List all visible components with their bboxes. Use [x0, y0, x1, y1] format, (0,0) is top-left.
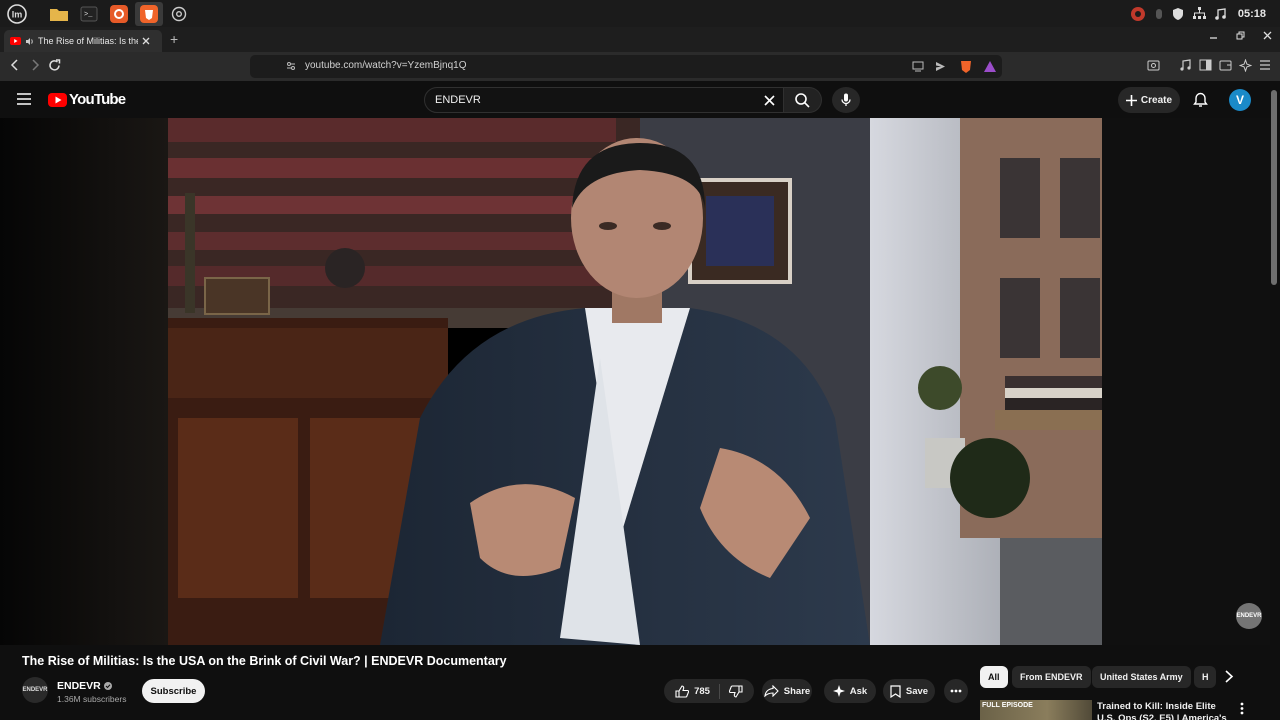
new-tab-button[interactable]: + — [170, 31, 178, 47]
reload-icon[interactable] — [48, 59, 61, 72]
voice-search-button[interactable] — [832, 87, 860, 113]
search-button[interactable] — [784, 87, 822, 113]
svg-text:lm: lm — [12, 9, 23, 19]
ask-label: Ask — [849, 685, 868, 697]
window-controls — [1209, 31, 1272, 40]
cast-icon[interactable] — [912, 61, 924, 72]
close-tab-icon[interactable] — [142, 37, 150, 45]
channel-avatar[interactable]: ENDEVR — [22, 677, 48, 703]
video-title: The Rise of Militias: Is the USA on the … — [22, 654, 507, 668]
sidebar-icon[interactable] — [1199, 59, 1212, 71]
sparkle-icon — [832, 685, 845, 697]
forward-icon[interactable] — [30, 59, 40, 71]
mint-menu-icon[interactable]: lm — [3, 2, 31, 26]
thumbs-up-icon — [675, 684, 690, 698]
user-avatar[interactable]: V — [1229, 89, 1251, 111]
create-button[interactable]: Create — [1118, 87, 1180, 113]
episode-badge: FULL EPISODE — [982, 702, 1033, 709]
subscriber-count: 1.36M subscribers — [57, 694, 127, 704]
plus-icon — [1125, 94, 1137, 106]
share-label: Share — [783, 685, 811, 697]
ask-button[interactable]: Ask — [824, 679, 876, 703]
search-input[interactable]: ENDEVR — [424, 87, 784, 113]
clock[interactable]: 05:18 — [1238, 8, 1266, 20]
brave-icon[interactable] — [135, 1, 163, 26]
youtube-logo-icon[interactable] — [48, 93, 67, 107]
browser-tab[interactable]: The Rise of Militias: Is the U — [4, 30, 162, 52]
youtube-favicon-icon — [10, 37, 21, 45]
network-status-icon[interactable] — [1155, 8, 1163, 20]
verified-check-icon — [103, 682, 112, 690]
address-bar[interactable]: youtube.com/watch?v=YzemBjnq1Q — [250, 55, 1002, 78]
recommended-thumbnail[interactable]: FULL EPISODE — [980, 700, 1092, 720]
system-tray: 05:18 — [1130, 0, 1266, 27]
like-divider — [718, 683, 720, 699]
send-icon[interactable] — [935, 61, 946, 72]
more-actions-button[interactable] — [944, 679, 968, 703]
subscribe-button[interactable]: Subscribe — [142, 679, 205, 703]
chip-from-endevr[interactable]: From ENDEVR — [1012, 666, 1091, 688]
restore-icon[interactable] — [1236, 31, 1245, 40]
wallet-icon[interactable] — [1219, 59, 1232, 71]
video-player[interactable]: ENDEVR — [0, 118, 1270, 645]
save-button[interactable]: Save — [883, 679, 935, 703]
close-window-icon[interactable] — [1263, 31, 1272, 40]
os-taskbar: lm >_ 05:18 — [0, 0, 1280, 27]
recommended-title[interactable]: Trained to Kill: Inside Elite U.S. Ops (… — [1097, 701, 1232, 720]
thumbs-down-icon[interactable] — [728, 684, 743, 698]
files-icon[interactable] — [45, 2, 73, 26]
share-button[interactable]: Share — [762, 679, 812, 703]
minimize-icon[interactable] — [1209, 31, 1218, 40]
tab-title: The Rise of Militias: Is the U — [38, 36, 138, 46]
search-icon — [795, 92, 810, 108]
like-dislike-group: 785 — [664, 679, 754, 703]
more-vertical-icon[interactable] — [1240, 702, 1244, 715]
search-input-value: ENDEVR — [435, 94, 481, 106]
audio-playing-icon[interactable] — [25, 37, 34, 46]
share-icon — [764, 685, 779, 697]
chip-next-partial[interactable]: H — [1194, 666, 1216, 688]
clear-search-icon[interactable] — [764, 95, 775, 106]
media-icon[interactable] — [1179, 59, 1191, 72]
brave-tray-icon[interactable] — [1130, 6, 1146, 22]
page-scrollbar[interactable] — [1271, 90, 1277, 285]
brave-shields-icon[interactable] — [958, 59, 974, 75]
microphone-icon — [841, 93, 851, 106]
site-info-icon[interactable] — [286, 61, 296, 71]
settings-app-icon[interactable] — [165, 2, 193, 26]
notifications-bell-icon[interactable] — [1193, 92, 1208, 108]
back-icon[interactable] — [10, 59, 20, 71]
screenshot-icon[interactable] — [1147, 59, 1160, 72]
youtube-header: YouTube ENDEVR Create V — [0, 81, 1280, 118]
brave-rewards-icon[interactable] — [982, 59, 998, 75]
terminal-icon[interactable]: >_ — [75, 2, 103, 26]
like-count: 785 — [694, 685, 710, 697]
svg-text:>_: >_ — [84, 11, 93, 19]
hamburger-menu-icon[interactable] — [17, 93, 31, 105]
music-note-icon[interactable] — [1215, 7, 1226, 20]
save-label: Save — [905, 685, 929, 697]
channel-name-row[interactable]: ENDEVR — [57, 680, 112, 692]
chip-united-states-army[interactable]: United States Army — [1092, 666, 1191, 688]
network-icon[interactable] — [1192, 7, 1206, 20]
more-horizontal-icon — [950, 689, 962, 693]
youtube-logo-text[interactable]: YouTube — [69, 91, 126, 108]
shield-icon[interactable] — [1172, 7, 1184, 20]
browser-toolbar: youtube.com/watch?v=YzemBjnq1Q 13 1 — [0, 52, 1280, 114]
save-playlist-icon — [890, 684, 901, 698]
chip-all[interactable]: All — [980, 666, 1008, 688]
video-frame — [0, 118, 1270, 645]
chevron-right-icon[interactable] — [1224, 670, 1234, 683]
create-button-label: Create — [1140, 94, 1173, 106]
firefox-icon[interactable] — [105, 2, 133, 26]
like-button[interactable]: 785 — [675, 684, 710, 698]
menu-icon[interactable] — [1259, 59, 1271, 71]
leo-ai-icon[interactable] — [1239, 59, 1252, 72]
channel-watermark[interactable]: ENDEVR — [1236, 603, 1262, 629]
channel-name[interactable]: ENDEVR — [57, 680, 101, 692]
tab-strip: The Rise of Militias: Is the U + — [0, 27, 1280, 52]
url-text: youtube.com/watch?v=YzemBjnq1Q — [305, 60, 467, 71]
